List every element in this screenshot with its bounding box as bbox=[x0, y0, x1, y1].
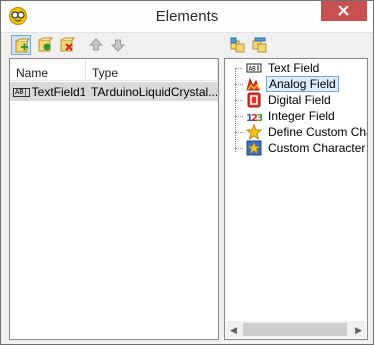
scroll-thumb[interactable] bbox=[243, 323, 347, 336]
left-toolbar bbox=[9, 33, 139, 57]
add-child-element-icon bbox=[38, 37, 53, 52]
delete-element-icon bbox=[60, 37, 75, 52]
svg-text:AB: AB bbox=[249, 66, 257, 73]
digital-field-icon bbox=[247, 92, 261, 108]
elements-window: Elements Name Type AB| TextField1 TArdui… bbox=[0, 0, 374, 345]
table-row[interactable]: AB| TextField1 TArduinoLiquidCrystal... bbox=[10, 82, 218, 101]
row-name: TextField1 bbox=[31, 85, 85, 99]
define-custom-character-icon bbox=[246, 124, 262, 140]
tree-item-label: Define Custom Chara bbox=[268, 125, 367, 139]
tree-item-label: Analog Field bbox=[266, 76, 339, 92]
analog-field-icon bbox=[246, 77, 261, 91]
add-element-button[interactable] bbox=[11, 35, 31, 55]
move-up-icon bbox=[88, 38, 104, 51]
close-button[interactable] bbox=[321, 1, 367, 21]
tree-item-label: Integer Field bbox=[268, 109, 335, 123]
scroll-right-icon[interactable]: ▶ bbox=[355, 325, 362, 336]
expand-all-button[interactable] bbox=[228, 35, 248, 55]
tree-item-label: Digital Field bbox=[268, 93, 331, 107]
palette-tree[interactable]: AB Text Field Analog Field Digital Field bbox=[224, 58, 368, 340]
add-child-element-button[interactable] bbox=[35, 35, 55, 55]
right-toolbar bbox=[226, 33, 286, 57]
elements-list[interactable]: Name Type AB| TextField1 TArduinoLiquidCr… bbox=[9, 58, 219, 340]
scroll-left-icon[interactable]: ◀ bbox=[230, 325, 237, 336]
move-down-icon bbox=[110, 39, 126, 52]
row-type-cell: TArduinoLiquidCrystal... bbox=[91, 85, 217, 99]
close-icon bbox=[338, 6, 349, 16]
custom-character-field-icon bbox=[246, 140, 262, 156]
tree-item-label: Custom Character Fi bbox=[268, 141, 368, 155]
delete-element-button[interactable] bbox=[57, 35, 77, 55]
move-up-button[interactable] bbox=[86, 35, 106, 55]
collapse-all-icon bbox=[252, 37, 267, 53]
add-element-icon bbox=[15, 38, 30, 53]
svg-text:3: 3 bbox=[257, 113, 263, 124]
column-header-type[interactable]: Type bbox=[86, 59, 218, 81]
row-name-cell: AB| TextField1 bbox=[13, 85, 85, 99]
title-bar[interactable]: Elements bbox=[1, 1, 373, 33]
column-header-name[interactable]: Name bbox=[10, 59, 86, 81]
tree-connector bbox=[235, 68, 236, 152]
text-field-icon: AB bbox=[246, 63, 262, 73]
text-field-icon: AB| bbox=[13, 88, 30, 97]
move-down-button[interactable] bbox=[108, 35, 128, 55]
expand-all-icon bbox=[230, 37, 245, 53]
window-title: Elements bbox=[155, 8, 219, 25]
integer-field-icon: 1 2 3 bbox=[246, 113, 263, 124]
collapse-all-button[interactable] bbox=[250, 35, 270, 55]
horizontal-scrollbar[interactable]: ◀ ▶ bbox=[226, 321, 366, 338]
tree-item-label: Text Field bbox=[268, 61, 320, 75]
